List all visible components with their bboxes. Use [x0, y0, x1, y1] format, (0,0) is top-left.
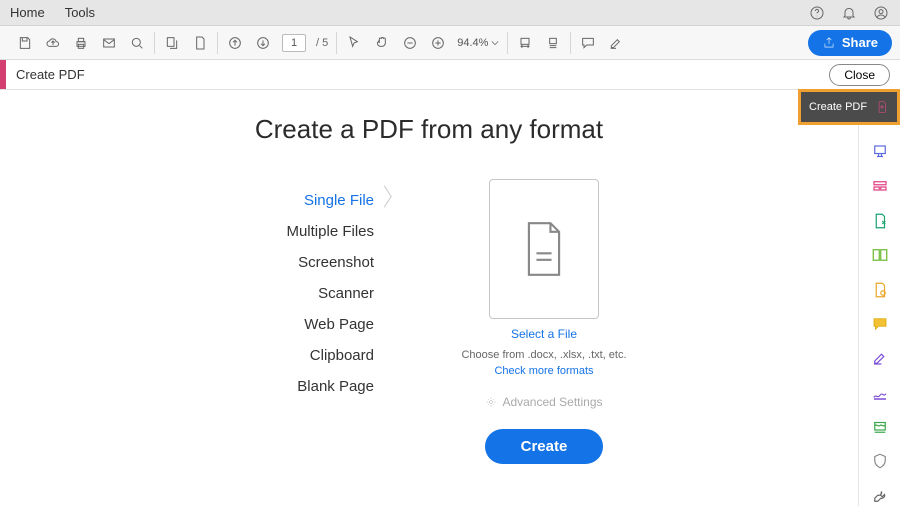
- page-number-input[interactable]: [282, 34, 306, 52]
- rail-stamp-icon[interactable]: [869, 417, 891, 437]
- source-multiple-files[interactable]: Multiple Files: [194, 216, 374, 247]
- rail-more-tools-icon[interactable]: [869, 486, 891, 506]
- page-down-icon[interactable]: [254, 34, 272, 52]
- fit-width-icon[interactable]: [516, 34, 534, 52]
- source-list: Single File Multiple Files Screenshot Sc…: [194, 179, 374, 464]
- source-single-file[interactable]: Single File: [194, 185, 374, 216]
- check-formats-link[interactable]: Check more formats: [424, 365, 664, 377]
- rail-edit-icon[interactable]: [869, 176, 891, 196]
- source-blank-page[interactable]: Blank Page: [194, 371, 374, 402]
- pointer-icon[interactable]: [345, 34, 363, 52]
- select-file-link[interactable]: Select a File: [424, 327, 664, 341]
- bell-icon[interactable]: [840, 4, 858, 22]
- print-icon[interactable]: [72, 34, 90, 52]
- source-scanner[interactable]: Scanner: [194, 278, 374, 309]
- profile-icon[interactable]: [872, 4, 890, 22]
- source-web-page[interactable]: Web Page: [194, 309, 374, 340]
- rail-organize-icon[interactable]: [869, 245, 891, 265]
- fit-page-icon[interactable]: [544, 34, 562, 52]
- hand-icon[interactable]: [373, 34, 391, 52]
- save-icon[interactable]: [16, 34, 34, 52]
- file-drop-zone[interactable]: [489, 179, 599, 319]
- menu-tools[interactable]: Tools: [65, 5, 95, 20]
- right-rail: [858, 90, 900, 506]
- source-screenshot[interactable]: Screenshot: [194, 247, 374, 278]
- page-icon[interactable]: [191, 34, 209, 52]
- page-up-icon[interactable]: [226, 34, 244, 52]
- page-total: / 5: [316, 37, 328, 49]
- context-bar: Create PDF Close: [0, 60, 900, 90]
- search-icon[interactable]: [128, 34, 146, 52]
- advanced-settings[interactable]: Advanced Settings: [424, 395, 664, 409]
- create-pdf-callout[interactable]: Create PDF: [798, 90, 858, 125]
- rail-fill-sign-icon[interactable]: [869, 279, 891, 299]
- highlight-icon[interactable]: [607, 34, 625, 52]
- source-clipboard[interactable]: Clipboard: [194, 340, 374, 371]
- cloud-upload-icon[interactable]: [44, 34, 62, 52]
- create-button[interactable]: Create: [485, 429, 604, 464]
- rail-sign-icon[interactable]: [869, 348, 891, 368]
- rail-lock-icon[interactable]: [869, 383, 891, 403]
- menu-home[interactable]: Home: [10, 5, 45, 20]
- page-heading: Create a PDF from any format: [0, 114, 858, 145]
- main-area: Create PDF Create a PDF from any format …: [0, 90, 900, 506]
- rail-note-icon[interactable]: [869, 314, 891, 334]
- comment-icon[interactable]: [579, 34, 597, 52]
- email-icon[interactable]: [100, 34, 118, 52]
- close-button[interactable]: Close: [829, 64, 890, 86]
- zoom-in-icon[interactable]: [429, 34, 447, 52]
- rail-export-icon[interactable]: [869, 142, 891, 162]
- share-button[interactable]: Share: [808, 30, 892, 56]
- selected-notch: [374, 179, 388, 193]
- zoom-level[interactable]: 94.4%: [457, 37, 499, 49]
- zoom-out-icon[interactable]: [401, 34, 419, 52]
- context-title: Create PDF: [6, 67, 85, 82]
- gear-icon: [485, 396, 497, 408]
- choose-formats-text: Choose from .docx, .xlsx, .txt, etc.: [424, 349, 664, 361]
- rail-export-pdf-icon[interactable]: [869, 211, 891, 231]
- help-icon[interactable]: [808, 4, 826, 22]
- document-icon: [522, 221, 566, 277]
- menu-bar: Home Tools: [0, 0, 900, 26]
- rail-protect-icon[interactable]: [869, 451, 891, 471]
- pages-thumb-icon[interactable]: [163, 34, 181, 52]
- toolbar: / 5 94.4% Share: [0, 26, 900, 60]
